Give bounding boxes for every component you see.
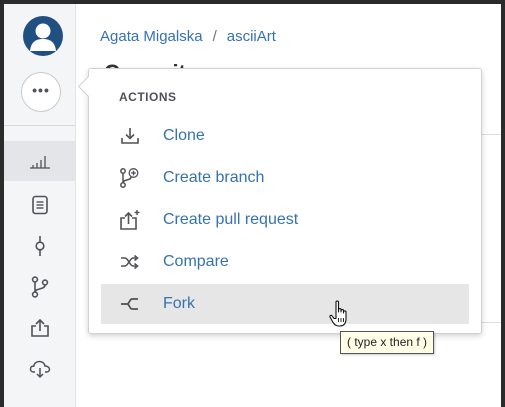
download-icon [118, 124, 142, 148]
sidebar-item-pipelines[interactable] [4, 349, 75, 389]
menu-item-label: Fork [163, 295, 195, 312]
sidebar-item-pull-requests[interactable] [4, 308, 75, 348]
bar-chart-icon [29, 156, 50, 169]
menu-item-label: Create pull request [163, 211, 299, 228]
create-pull-request-icon [118, 208, 142, 232]
create-branch-icon [118, 166, 142, 190]
menu-item-create-pull-request[interactable]: Create pull request [101, 200, 469, 240]
sidebar-item-commits[interactable] [4, 226, 75, 266]
menu-item-label: Create branch [163, 169, 265, 186]
menu-item-label: Compare [163, 253, 229, 270]
more-actions-button[interactable]: ••• [21, 72, 61, 112]
commit-icon [34, 236, 45, 256]
sidebar: ••• [4, 4, 76, 407]
fork-icon [118, 292, 142, 316]
menu-item-create-branch[interactable]: Create branch [101, 158, 469, 198]
actions-heading: ACTIONS [119, 90, 177, 104]
sidebar-item-branches[interactable] [4, 267, 75, 307]
app-window: ••• Agata Migalska / asciiArt ACTIONS Cl… [4, 4, 501, 407]
document-icon [31, 195, 48, 215]
sidebar-item-overview[interactable] [4, 141, 75, 181]
menu-item-clone[interactable]: Clone [101, 116, 469, 156]
sidebar-item-source[interactable] [4, 185, 75, 225]
actions-dropdown: ACTIONS Clone Create branch Create pull … [77, 68, 482, 334]
breadcrumb-separator: / [212, 28, 217, 45]
keyboard-shortcut-tooltip: ( type x then f ) [340, 331, 435, 354]
dropdown-pointer [77, 75, 100, 98]
branch-icon [31, 276, 48, 298]
breadcrumb-user-link[interactable]: Agata Migalska [100, 28, 203, 45]
hand-cursor-icon [329, 300, 351, 333]
sidebar-divider [4, 125, 75, 126]
breadcrumb: Agata Migalska / asciiArt [100, 28, 276, 45]
compare-icon [118, 250, 142, 274]
breadcrumb-repo-link[interactable]: asciiArt [227, 28, 276, 45]
menu-item-fork[interactable]: Fork [101, 284, 469, 324]
cloud-icon [29, 360, 50, 379]
menu-item-compare[interactable]: Compare [101, 242, 469, 282]
pull-request-icon [30, 318, 49, 337]
menu-item-label: Clone [163, 127, 205, 144]
user-icon [30, 23, 56, 51]
avatar[interactable] [23, 16, 63, 56]
